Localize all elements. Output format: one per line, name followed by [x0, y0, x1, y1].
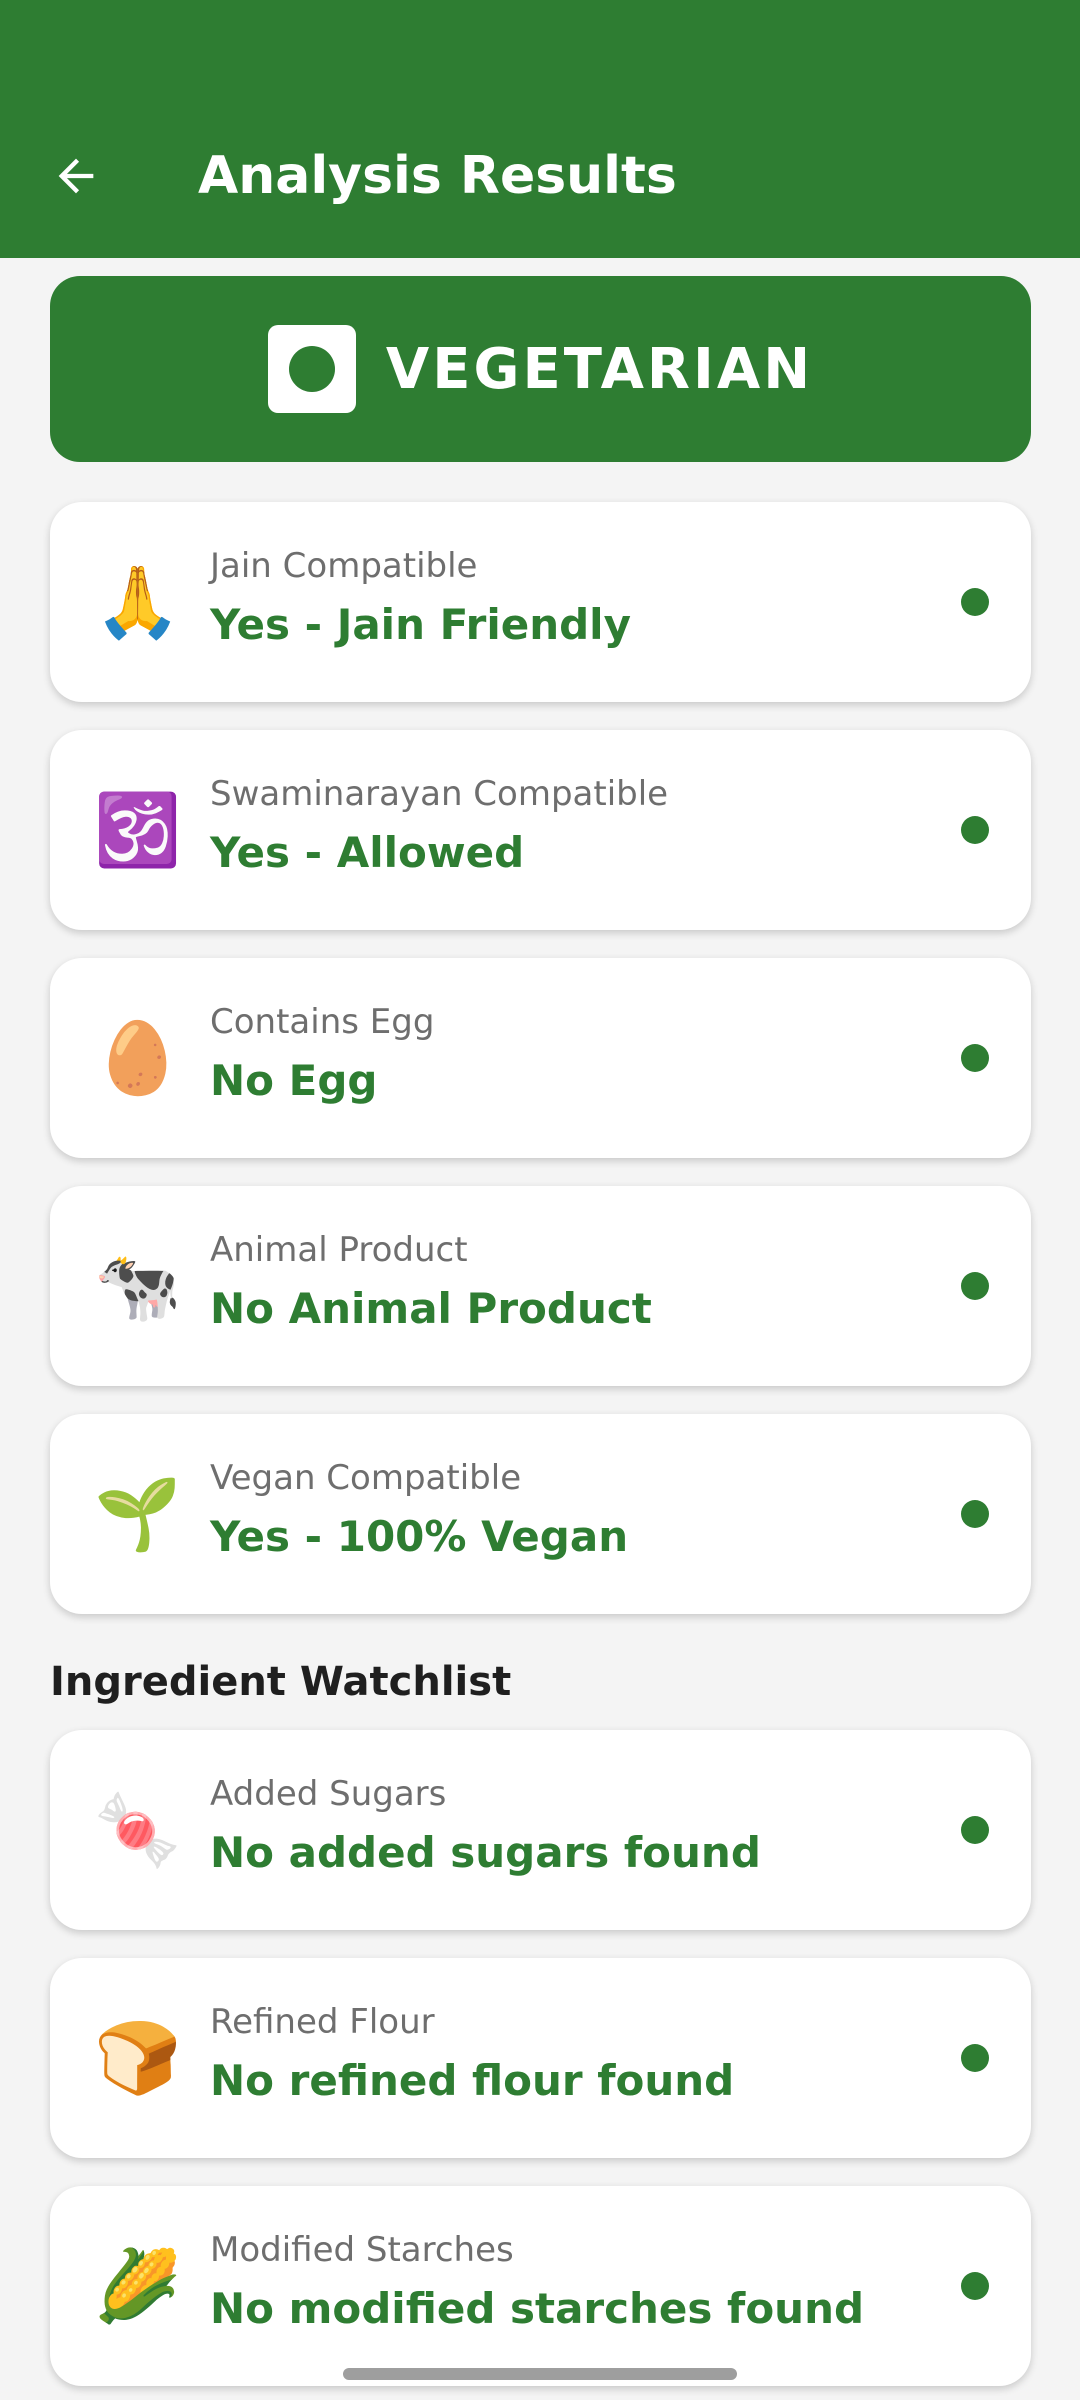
- vegetarian-banner: VEGETARIAN: [50, 276, 1031, 462]
- status-dot: [961, 816, 989, 844]
- status-dot: [961, 1816, 989, 1844]
- card-value: No modified starches found: [210, 2284, 865, 2333]
- card-value: No Egg: [210, 1056, 378, 1105]
- watchlist-item-modified-starches[interactable]: 🌽 Modified Starches No modified starches…: [50, 2186, 1031, 2386]
- om-icon: 🕉️: [94, 789, 182, 871]
- card-label: Added Sugars: [210, 1774, 447, 1814]
- candy-icon: 🍬: [94, 1789, 182, 1871]
- diet-card-jain[interactable]: 🙏 Jain Compatible Yes - Jain Friendly: [50, 502, 1031, 702]
- watchlist-title: Ingredient Watchlist: [50, 1659, 512, 1705]
- cow-icon: 🐄: [94, 1245, 182, 1327]
- diet-card-animal-product[interactable]: 🐄 Animal Product No Animal Product: [50, 1186, 1031, 1386]
- diet-card-vegan[interactable]: 🌱 Vegan Compatible Yes - 100% Vegan: [50, 1414, 1031, 1614]
- card-label: Refined Flour: [210, 2002, 435, 2042]
- veg-dot: [288, 346, 335, 392]
- back-button[interactable]: [40, 140, 112, 212]
- card-label: Swaminarayan Compatible: [210, 774, 669, 814]
- card-label: Animal Product: [210, 1230, 468, 1270]
- card-label: Modified Starches: [210, 2230, 514, 2270]
- home-indicator[interactable]: [343, 2368, 737, 2380]
- folded-hands-icon: 🙏: [94, 561, 182, 643]
- bread-icon: 🍞: [94, 2017, 182, 2099]
- corn-icon: 🌽: [94, 2245, 182, 2327]
- results-list: VEGETARIAN 🙏 Jain Compatible Yes - Jain …: [50, 276, 1031, 2386]
- diet-card-swaminarayan[interactable]: 🕉️ Swaminarayan Compatible Yes - Allowed: [50, 730, 1031, 930]
- card-value: No refined flour found: [210, 2056, 735, 2105]
- card-label: Vegan Compatible: [210, 1458, 522, 1498]
- card-value: No added sugars found: [210, 1828, 761, 1877]
- card-label: Jain Compatible: [210, 546, 478, 586]
- card-label: Contains Egg: [210, 1002, 435, 1042]
- status-dot: [961, 588, 989, 616]
- veg-symbol-icon: [267, 325, 356, 413]
- status-dot: [961, 1044, 989, 1072]
- watchlist-item-added-sugars[interactable]: 🍬 Added Sugars No added sugars found: [50, 1730, 1031, 1930]
- diet-card-egg[interactable]: 🥚 Contains Egg No Egg: [50, 958, 1031, 1158]
- seedling-icon: 🌱: [94, 1473, 182, 1555]
- card-value: Yes - 100% Vegan: [210, 1512, 629, 1561]
- card-value: Yes - Allowed: [210, 828, 525, 877]
- status-dot: [961, 1500, 989, 1528]
- arrow-left-icon: [58, 158, 94, 194]
- card-value: Yes - Jain Friendly: [210, 600, 631, 649]
- page-title: Analysis Results: [198, 146, 677, 206]
- status-dot: [961, 1272, 989, 1300]
- app-bar: Analysis Results: [0, 0, 1080, 258]
- status-dot: [961, 2272, 989, 2300]
- watchlist-item-refined-flour[interactable]: 🍞 Refined Flour No refined flour found: [50, 1958, 1031, 2158]
- status-dot: [961, 2044, 989, 2072]
- card-value: No Animal Product: [210, 1284, 652, 1333]
- egg-icon: 🥚: [94, 1017, 182, 1099]
- banner-text: VEGETARIAN: [385, 336, 814, 402]
